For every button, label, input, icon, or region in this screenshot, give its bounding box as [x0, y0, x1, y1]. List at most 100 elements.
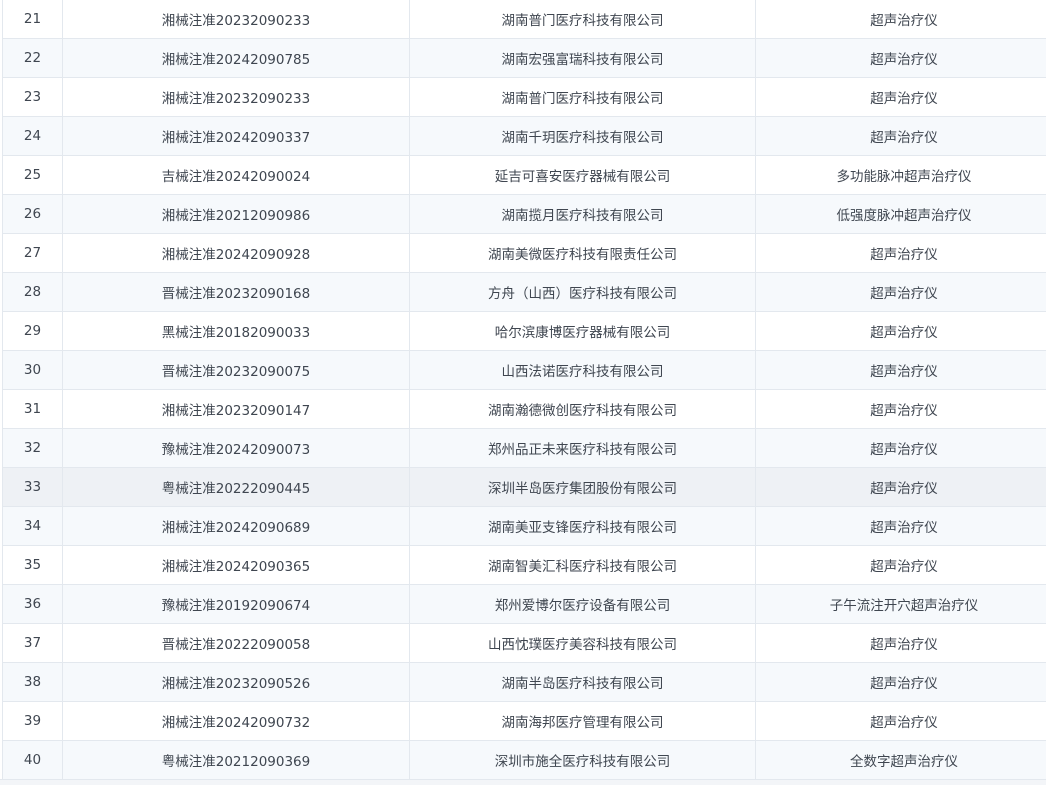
registration-number-cell: 湘械注准20232090233 [62, 77, 410, 117]
registration-number-cell: 豫械注准20192090674 [62, 584, 410, 624]
table-row[interactable]: 21 湘械注准20232090233 湖南普门医疗科技有限公司 超声治疗仪 [2, 0, 1046, 39]
registration-number-cell: 湘械注准20242090365 [62, 545, 410, 585]
product-name-cell: 超声治疗仪 [755, 467, 1046, 507]
registration-number-cell: 湘械注准20232090147 [62, 389, 410, 429]
registration-number-cell: 湘械注准20232090233 [62, 0, 410, 39]
table-row[interactable]: 34 湘械注准20242090689 湖南美亚支锋医疗科技有限公司 超声治疗仪 [2, 506, 1046, 546]
table-row[interactable]: 36 豫械注准20192090674 郑州爱博尔医疗设备有限公司 子午流注开穴超声治疗… [2, 584, 1046, 624]
registration-number-cell: 晋械注准20232090075 [62, 350, 410, 390]
registration-table: 21 湘械注准20232090233 湖南普门医疗科技有限公司 超声治疗仪 22 湘械注准… [2, 0, 1046, 780]
data-table-container: 21 湘械注准20232090233 湖南普门医疗科技有限公司 超声治疗仪 22 湘械注准… [0, 0, 1046, 785]
table-row[interactable]: 40 粤械注准20212090369 深圳市施全医疗科技有限公司 全数字超声治疗仪 [2, 740, 1046, 780]
row-index-cell: 36 [2, 584, 63, 624]
registration-number-cell: 晋械注准20232090168 [62, 272, 410, 312]
product-name-cell: 超声治疗仪 [755, 0, 1046, 39]
row-index-cell: 26 [2, 194, 63, 234]
table-row[interactable]: 38 湘械注准20232090526 湖南半岛医疗科技有限公司 超声治疗仪 [2, 662, 1046, 702]
row-index-cell: 29 [2, 311, 63, 351]
table-row[interactable]: 27 湘械注准20242090928 湖南美微医疗科技有限责任公司 超声治疗仪 [2, 233, 1046, 273]
company-name-cell: 湖南瀚德微创医疗科技有限公司 [409, 389, 756, 429]
product-name-cell: 全数字超声治疗仪 [755, 740, 1046, 780]
registration-number-cell: 晋械注准20222090058 [62, 623, 410, 663]
company-name-cell: 哈尔滨康博医疗器械有限公司 [409, 311, 756, 351]
company-name-cell: 湖南普门医疗科技有限公司 [409, 0, 756, 39]
table-row[interactable]: 39 湘械注准20242090732 湖南海邦医疗管理有限公司 超声治疗仪 [2, 701, 1046, 741]
registration-number-cell: 湘械注准20232090526 [62, 662, 410, 702]
company-name-cell: 山西法诺医疗科技有限公司 [409, 350, 756, 390]
company-name-cell: 延吉可喜安医疗器械有限公司 [409, 155, 756, 195]
product-name-cell: 超声治疗仪 [755, 350, 1046, 390]
registration-number-cell: 吉械注准20242090024 [62, 155, 410, 195]
product-name-cell: 超声治疗仪 [755, 506, 1046, 546]
table-row[interactable]: 37 晋械注准20222090058 山西忱璞医疗美容科技有限公司 超声治疗仪 [2, 623, 1046, 663]
product-name-cell: 子午流注开穴超声治疗仪 [755, 584, 1046, 624]
company-name-cell: 湖南揽月医疗科技有限公司 [409, 194, 756, 234]
company-name-cell: 湖南美微医疗科技有限责任公司 [409, 233, 756, 273]
company-name-cell: 方舟（山西）医疗科技有限公司 [409, 272, 756, 312]
table-row[interactable]: 30 晋械注准20232090075 山西法诺医疗科技有限公司 超声治疗仪 [2, 350, 1046, 390]
table-row[interactable]: 25 吉械注准20242090024 延吉可喜安医疗器械有限公司 多功能脉冲超声治疗仪 [2, 155, 1046, 195]
row-index-cell: 22 [2, 38, 63, 78]
product-name-cell: 超声治疗仪 [755, 272, 1046, 312]
row-index-cell: 34 [2, 506, 63, 546]
row-index-cell: 23 [2, 77, 63, 117]
product-name-cell: 超声治疗仪 [755, 116, 1046, 156]
company-name-cell: 湖南半岛医疗科技有限公司 [409, 662, 756, 702]
company-name-cell: 湖南千玥医疗科技有限公司 [409, 116, 756, 156]
row-index-cell: 39 [2, 701, 63, 741]
table-row[interactable]: 22 湘械注准20242090785 湖南宏强富瑞科技有限公司 超声治疗仪 [2, 38, 1046, 78]
product-name-cell: 超声治疗仪 [755, 311, 1046, 351]
row-index-cell: 40 [2, 740, 63, 780]
product-name-cell: 超声治疗仪 [755, 701, 1046, 741]
row-index-cell: 32 [2, 428, 63, 468]
row-index-cell: 37 [2, 623, 63, 663]
product-name-cell: 低强度脉冲超声治疗仪 [755, 194, 1046, 234]
company-name-cell: 深圳半岛医疗集团股份有限公司 [409, 467, 756, 507]
table-body: 21 湘械注准20232090233 湖南普门医疗科技有限公司 超声治疗仪 22 湘械注准… [2, 0, 1046, 780]
product-name-cell: 超声治疗仪 [755, 662, 1046, 702]
product-name-cell: 超声治疗仪 [755, 389, 1046, 429]
company-name-cell: 湖南智美汇科医疗科技有限公司 [409, 545, 756, 585]
row-index-cell: 27 [2, 233, 63, 273]
product-name-cell: 多功能脉冲超声治疗仪 [755, 155, 1046, 195]
registration-number-cell: 湘械注准20242090689 [62, 506, 410, 546]
product-name-cell: 超声治疗仪 [755, 428, 1046, 468]
registration-number-cell: 粤械注准20222090445 [62, 467, 410, 507]
product-name-cell: 超声治疗仪 [755, 623, 1046, 663]
company-name-cell: 郑州品正未来医疗科技有限公司 [409, 428, 756, 468]
table-row[interactable]: 26 湘械注准20212090986 湖南揽月医疗科技有限公司 低强度脉冲超声治疗仪 [2, 194, 1046, 234]
row-index-cell: 31 [2, 389, 63, 429]
row-index-cell: 35 [2, 545, 63, 585]
row-index-cell: 24 [2, 116, 63, 156]
table-row[interactable]: 33 粤械注准20222090445 深圳半岛医疗集团股份有限公司 超声治疗仪 [2, 467, 1046, 507]
table-row[interactable]: 24 湘械注准20242090337 湖南千玥医疗科技有限公司 超声治疗仪 [2, 116, 1046, 156]
table-row[interactable]: 31 湘械注准20232090147 湖南瀚德微创医疗科技有限公司 超声治疗仪 [2, 389, 1046, 429]
row-index-cell: 21 [2, 0, 63, 39]
row-index-cell: 28 [2, 272, 63, 312]
company-name-cell: 湖南海邦医疗管理有限公司 [409, 701, 756, 741]
registration-number-cell: 湘械注准20242090732 [62, 701, 410, 741]
registration-number-cell: 粤械注准20212090369 [62, 740, 410, 780]
table-row[interactable]: 28 晋械注准20232090168 方舟（山西）医疗科技有限公司 超声治疗仪 [2, 272, 1046, 312]
row-index-cell: 33 [2, 467, 63, 507]
company-name-cell: 郑州爱博尔医疗设备有限公司 [409, 584, 756, 624]
registration-number-cell: 湘械注准20212090986 [62, 194, 410, 234]
table-bottom-edge [0, 779, 1046, 785]
table-row[interactable]: 29 黑械注准20182090033 哈尔滨康博医疗器械有限公司 超声治疗仪 [2, 311, 1046, 351]
table-row[interactable]: 32 豫械注准20242090073 郑州品正未来医疗科技有限公司 超声治疗仪 [2, 428, 1046, 468]
registration-number-cell: 湘械注准20242090928 [62, 233, 410, 273]
company-name-cell: 深圳市施全医疗科技有限公司 [409, 740, 756, 780]
company-name-cell: 湖南普门医疗科技有限公司 [409, 77, 756, 117]
table-row[interactable]: 35 湘械注准20242090365 湖南智美汇科医疗科技有限公司 超声治疗仪 [2, 545, 1046, 585]
product-name-cell: 超声治疗仪 [755, 233, 1046, 273]
registration-number-cell: 豫械注准20242090073 [62, 428, 410, 468]
registration-number-cell: 湘械注准20242090785 [62, 38, 410, 78]
company-name-cell: 湖南美亚支锋医疗科技有限公司 [409, 506, 756, 546]
row-index-cell: 38 [2, 662, 63, 702]
registration-number-cell: 黑械注准20182090033 [62, 311, 410, 351]
product-name-cell: 超声治疗仪 [755, 77, 1046, 117]
registration-number-cell: 湘械注准20242090337 [62, 116, 410, 156]
table-row[interactable]: 23 湘械注准20232090233 湖南普门医疗科技有限公司 超声治疗仪 [2, 77, 1046, 117]
company-name-cell: 山西忱璞医疗美容科技有限公司 [409, 623, 756, 663]
company-name-cell: 湖南宏强富瑞科技有限公司 [409, 38, 756, 78]
